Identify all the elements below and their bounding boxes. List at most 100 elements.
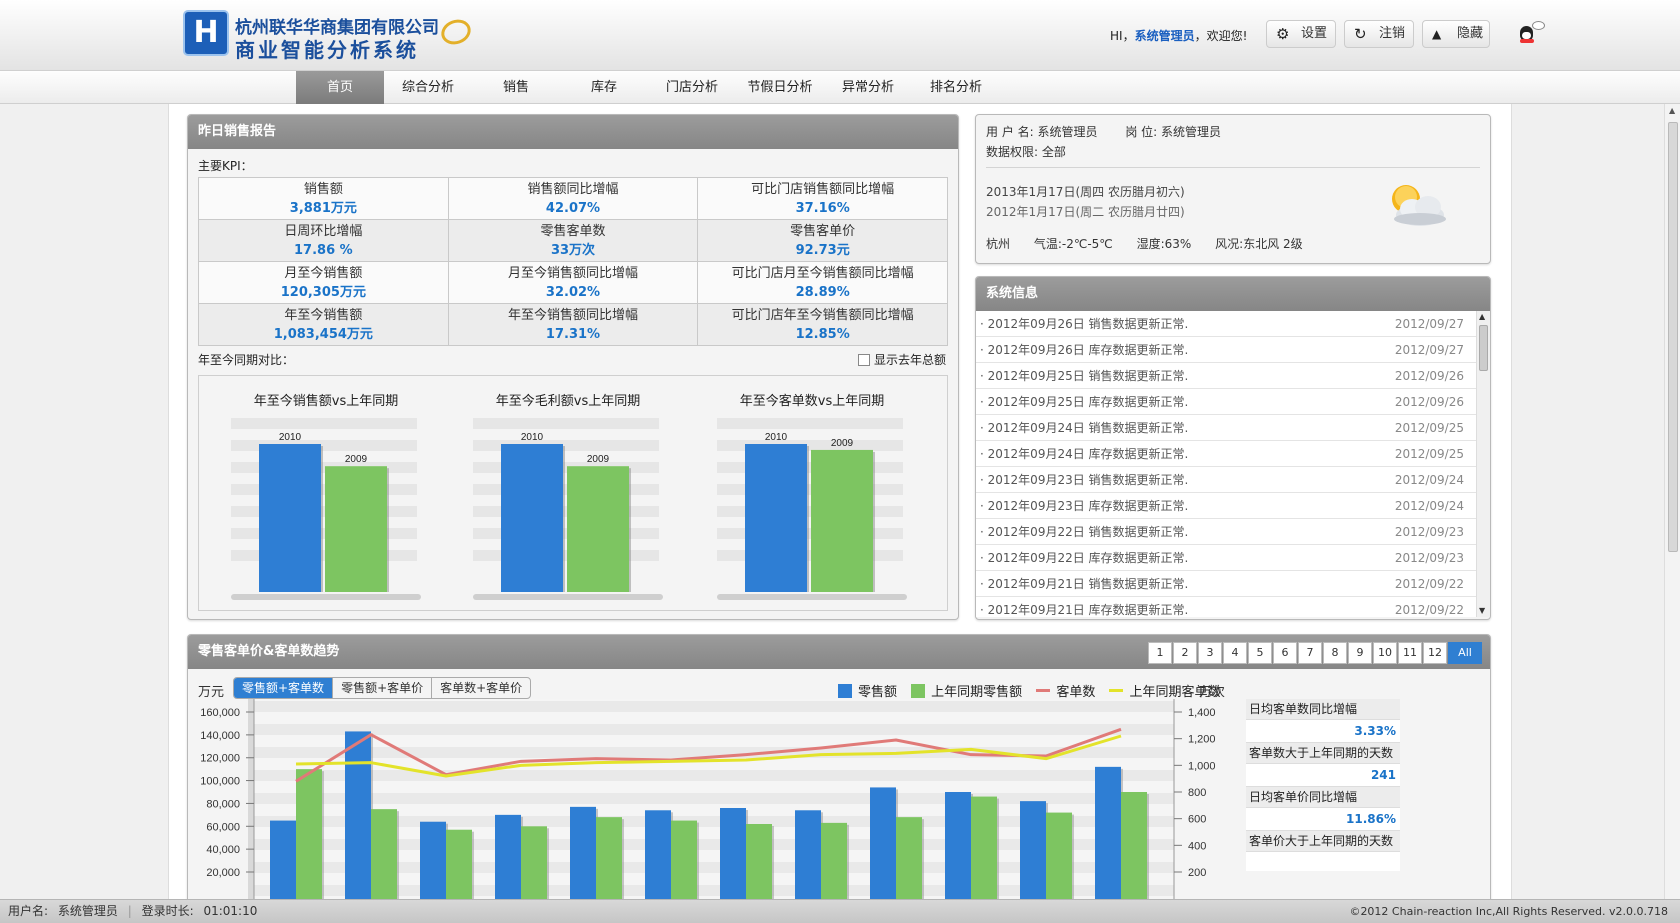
logout-icon: ↻ (1354, 25, 1367, 43)
tab-sales-price[interactable]: 零售额+客单价 (333, 678, 433, 698)
mini-chart-svg: 2010 2009 (717, 418, 907, 600)
page-scrollbar[interactable]: ▲ (1664, 104, 1680, 899)
system-info-panel: 系统信息 · 2012年09月26日 销售数据更新正常. 2012/09/27 ·… (975, 276, 1491, 620)
login-time: 01:01:10 (203, 904, 258, 918)
bar-label: 2010 (521, 432, 544, 443)
month-button[interactable]: 12 (1423, 642, 1447, 664)
kpi-value: 32.02% (545, 284, 601, 300)
bar (971, 796, 997, 899)
month-button[interactable]: 11 (1398, 642, 1422, 664)
grid-band (473, 484, 659, 495)
grid-band (717, 506, 903, 517)
nav-overview[interactable]: 综合分析 (384, 71, 472, 104)
month-button[interactable]: 10 (1373, 642, 1397, 664)
message-text: 2012年09月22日 销售数据更新正常. (987, 525, 1189, 539)
month-button-all[interactable]: All (1448, 642, 1482, 664)
list-item[interactable]: · 2012年09月22日 销售数据更新正常. 2012/09/23 (976, 519, 1476, 545)
message-text: 2012年09月24日 销售数据更新正常. (987, 421, 1189, 435)
list-item[interactable]: · 2012年09月25日 库存数据更新正常. 2012/09/26 (976, 389, 1476, 415)
grid-band (254, 724, 1174, 735)
list-item[interactable]: · 2012年09月24日 库存数据更新正常. 2012/09/25 (976, 441, 1476, 467)
header: H 杭州联华华商集团有限公司 商业智能分析系统 HI，系统管理员，欢迎您! ⚙ 设… (0, 0, 1680, 70)
month-button[interactable]: 2 (1173, 642, 1197, 664)
hide-button[interactable]: ▲ 隐藏 (1422, 20, 1490, 48)
month-button[interactable]: 6 (1273, 642, 1297, 664)
grid-band (717, 528, 903, 539)
grid-band (231, 550, 417, 561)
grid-band (717, 440, 903, 451)
list-item[interactable]: · 2012年09月24日 销售数据更新正常. 2012/09/25 (976, 415, 1476, 441)
mini-chart-svg: 2010 2009 (231, 418, 421, 600)
bar (567, 466, 629, 592)
chart-scroll-track (717, 594, 907, 600)
nav-exception-analysis[interactable]: 异常分析 (824, 71, 912, 104)
message-date: 2012/09/27 (1394, 317, 1464, 331)
month-button[interactable]: 9 (1348, 642, 1372, 664)
month-button[interactable]: 4 (1223, 642, 1247, 664)
legend-item[interactable]: 上年同期零售额 (911, 681, 1022, 700)
nav-sales[interactable]: 销售 (472, 71, 560, 104)
list-item[interactable]: · 2012年09月26日 库存数据更新正常. 2012/09/27 (976, 337, 1476, 363)
message-text: 2012年09月25日 销售数据更新正常. (987, 369, 1189, 383)
tab-count-price[interactable]: 客单数+客单价 (432, 678, 530, 698)
month-button[interactable]: 7 (1298, 642, 1322, 664)
month-button[interactable]: 8 (1323, 642, 1347, 664)
humidity-value: 63% (1164, 237, 1192, 251)
logout-button[interactable]: ↻ 注销 (1344, 20, 1414, 48)
list-item[interactable]: · 2012年09月23日 库存数据更新正常. 2012/09/24 (976, 493, 1476, 519)
bar (1121, 792, 1147, 899)
message-date: 2012/09/25 (1394, 421, 1464, 435)
grid-band (473, 550, 659, 561)
nav-holiday-analysis[interactable]: 节假日分析 (736, 71, 824, 104)
grid-band (254, 770, 1174, 781)
bar (596, 817, 622, 899)
nav-inventory[interactable]: 库存 (560, 71, 648, 104)
scroll-up-icon[interactable]: ▲ (1669, 106, 1675, 115)
legend-item[interactable]: 客单数 (1036, 681, 1095, 700)
temp-value: -2℃-5℃ (1061, 237, 1113, 251)
list-item[interactable]: · 2012年09月26日 销售数据更新正常. 2012/09/27 (976, 311, 1476, 337)
nav-ranking-analysis[interactable]: 排名分析 (912, 71, 1000, 104)
scroll-thumb[interactable] (1668, 122, 1678, 552)
scroll-thumb[interactable] (1479, 325, 1488, 371)
kpi-table: 销售额 3,881万元 销售额同比增幅 42.07% 可比门店销售额同比增幅 37.1… (198, 177, 948, 346)
legend-item[interactable]: 零售额 (838, 681, 897, 700)
list-item[interactable]: · 2012年09月21日 销售数据更新正常. 2012/09/22 (976, 571, 1476, 597)
list-scrollbar[interactable]: ▲ ▼ (1476, 311, 1490, 617)
trend-chart: 160,000 140,000 120,000 100,000 80,000 60,000… (200, 699, 1216, 899)
month-button[interactable]: 3 (1198, 642, 1222, 664)
grid-band (473, 528, 659, 539)
kpi-name: 销售额 (303, 181, 343, 197)
position-value: 系统管理员 (1161, 125, 1222, 139)
temp-label: 气温: (1033, 237, 1062, 251)
message-text: 2012年09月22日 库存数据更新正常. (987, 551, 1189, 565)
greeting-prefix: HI， (1110, 29, 1135, 43)
list-item[interactable]: · 2012年09月23日 销售数据更新正常. 2012/09/24 (976, 467, 1476, 493)
settings-button[interactable]: ⚙ 设置 (1266, 20, 1336, 48)
message-date: 2012/09/26 (1394, 395, 1464, 409)
tab-sales-count[interactable]: 零售额+客单数 (234, 678, 334, 698)
nav-store-analysis[interactable]: 门店分析 (648, 71, 736, 104)
kpi-cell: 可比门店年至今销售额同比增幅 12.85% (697, 303, 948, 346)
system-message-list[interactable]: · 2012年09月26日 销售数据更新正常. 2012/09/27 · 2012… (976, 311, 1476, 617)
scroll-up-icon[interactable]: ▲ (1479, 311, 1485, 323)
bar (795, 810, 821, 899)
chevron-up-icon: ▲ (1432, 27, 1442, 41)
qq-icon[interactable] (1518, 21, 1545, 45)
nav-home[interactable]: 首页 (296, 71, 384, 104)
kpi-value: 33万次 (550, 242, 596, 258)
message-date: 2012/09/22 (1394, 603, 1464, 617)
mini-chart-title: 年至今毛利额vs上年同期 (495, 394, 641, 409)
legend-swatch (1109, 689, 1124, 692)
welcome-user-link[interactable]: 系统管理员 (1135, 29, 1195, 43)
kpi-cell: 零售客单数 33万次 (447, 219, 699, 262)
list-item[interactable]: · 2012年09月22日 库存数据更新正常. 2012/09/23 (976, 545, 1476, 571)
show-last-year-checkbox[interactable]: 显示去年总额 (858, 351, 946, 368)
list-item[interactable]: · 2012年09月21日 库存数据更新正常. 2012/09/22 (976, 597, 1476, 617)
month-button[interactable]: 5 (1248, 642, 1272, 664)
month-button[interactable]: 1 (1148, 642, 1172, 664)
list-item[interactable]: · 2012年09月25日 销售数据更新正常. 2012/09/26 (976, 363, 1476, 389)
bar (521, 826, 547, 899)
scroll-down-icon[interactable]: ▼ (1479, 605, 1485, 617)
grid-band (717, 550, 903, 561)
